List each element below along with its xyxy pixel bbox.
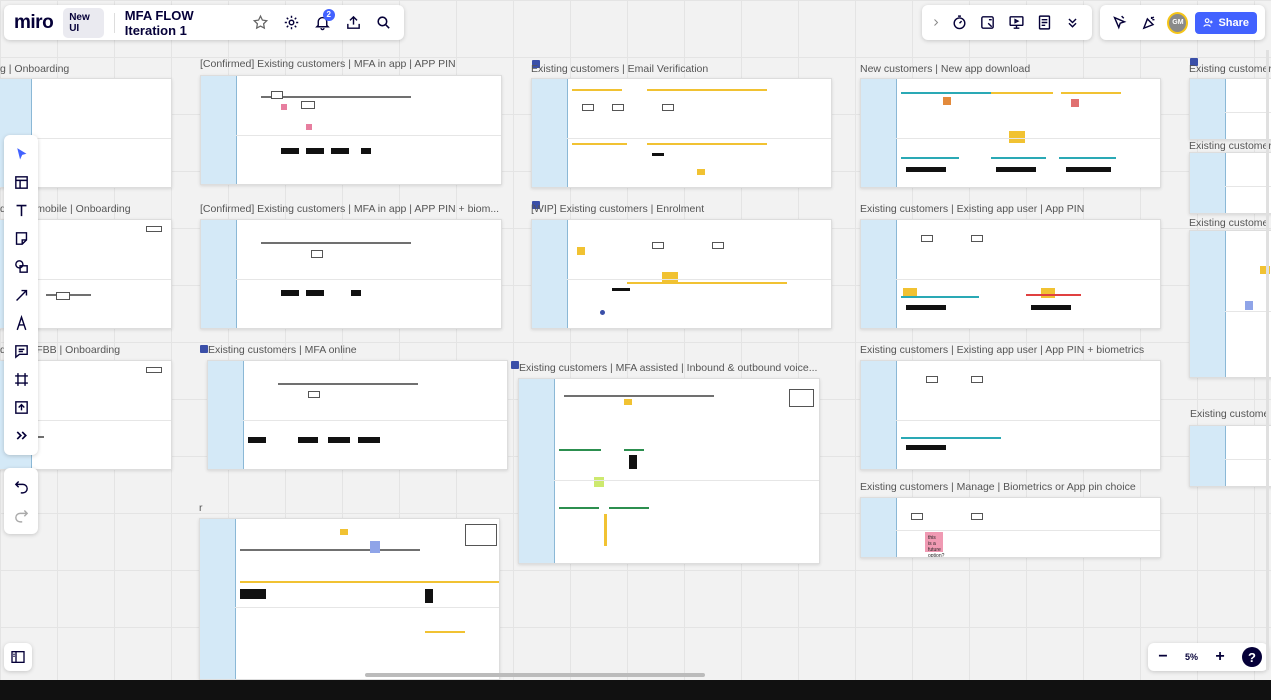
zoom-in-button[interactable]: + — [1211, 648, 1229, 666]
cursor-follow-icon[interactable] — [1108, 11, 1131, 35]
frame-icon[interactable] — [8, 369, 34, 391]
frame-label[interactable]: Existing custome — [1189, 217, 1271, 229]
share-toolbar: GM Share — [1100, 5, 1265, 40]
present-icon[interactable] — [1005, 11, 1027, 35]
divider — [113, 12, 115, 33]
reactions-icon[interactable] — [976, 11, 998, 35]
board-frame[interactable] — [1189, 152, 1271, 214]
board-frame[interactable] — [860, 360, 1161, 470]
share-button[interactable]: Share — [1195, 11, 1258, 34]
frame-label[interactable]: Existing customers | Manage | Biometrics… — [860, 481, 1160, 493]
pen-icon[interactable] — [8, 312, 34, 334]
board-frame[interactable] — [199, 518, 500, 680]
bottom-bar — [0, 680, 1271, 700]
connector-arrow-icon[interactable] — [8, 284, 34, 306]
frame-label[interactable]: r — [199, 502, 219, 514]
export-icon[interactable] — [343, 11, 364, 35]
vertical-scrollbar[interactable] — [1266, 50, 1269, 670]
zoom-controls: − 5% + ? — [1148, 643, 1268, 671]
sidebar-panel-icon — [11, 651, 25, 663]
help-button[interactable]: ? — [1241, 647, 1262, 667]
board-frame[interactable] — [200, 219, 502, 329]
undo-redo-panel — [4, 468, 38, 534]
templates-icon[interactable] — [8, 171, 34, 193]
board-frame[interactable] — [531, 219, 832, 329]
frame-label[interactable]: New customers | New app download — [860, 63, 1160, 75]
board-frame[interactable] — [200, 75, 502, 185]
bell-icon[interactable]: 2 — [312, 8, 335, 35]
frame-label[interactable]: [Confirmed] Existing customers | MFA in … — [200, 203, 500, 215]
board-frame[interactable] — [1189, 425, 1271, 487]
frame-label[interactable]: [WIP] Existing customers | Enrolment — [531, 203, 831, 215]
frame-label[interactable]: Existing customer — [1189, 140, 1271, 152]
sticky-note[interactable]: this is a future option? — [925, 532, 944, 557]
gear-icon[interactable] — [281, 11, 302, 35]
avatar[interactable]: GM — [1167, 11, 1189, 34]
frame-label[interactable]: Existing customers | Existing app user |… — [860, 344, 1160, 356]
chevron-double-down-icon[interactable] — [1062, 11, 1084, 35]
board-title[interactable]: MFA FLOW Iteration 1 — [125, 8, 241, 38]
horizontal-scrollbar[interactable] — [365, 673, 705, 677]
comment-icon[interactable] — [8, 340, 34, 362]
board-frame[interactable] — [518, 378, 820, 564]
timer-icon[interactable] — [948, 11, 970, 35]
frame-label[interactable]: Existing custome — [1190, 408, 1271, 420]
creation-toolbar — [4, 135, 38, 455]
share-label: Share — [1218, 16, 1250, 29]
blue-marker — [200, 345, 208, 353]
frame-label[interactable]: Existing customer — [1189, 63, 1271, 75]
collaboration-toolbar — [922, 5, 1092, 40]
undo-icon[interactable] — [9, 475, 33, 499]
select-cursor-icon[interactable] — [8, 143, 34, 165]
frame-label[interactable]: Existing customers | MFA assisted | Inbo… — [519, 362, 819, 374]
zoom-level[interactable]: 5% — [1185, 652, 1198, 662]
board-frame[interactable] — [860, 219, 1161, 329]
board-frame[interactable] — [860, 78, 1161, 188]
new-ui-badge[interactable]: New UI — [63, 7, 104, 38]
board-frame[interactable] — [531, 78, 832, 188]
star-icon[interactable] — [251, 11, 272, 35]
chevron-right-icon[interactable] — [930, 11, 942, 35]
notification-count: 2 — [322, 8, 335, 21]
zoom-out-button[interactable]: − — [1154, 648, 1172, 666]
redo-icon[interactable] — [9, 504, 33, 528]
celebrate-icon[interactable] — [1138, 11, 1161, 35]
frame-label[interactable]: Existing customers | MFA online — [208, 344, 508, 356]
frame-label[interactable]: Existing customers | Existing app user |… — [860, 203, 1160, 215]
frame-label[interactable]: [Confirmed] Existing customers | MFA in … — [200, 58, 500, 70]
board-header: miro New UI MFA FLOW Iteration 1 2 — [4, 5, 404, 40]
upload-icon[interactable] — [8, 397, 34, 419]
search-icon[interactable] — [373, 11, 394, 35]
notes-icon[interactable] — [1033, 11, 1055, 35]
more-tools-icon[interactable] — [8, 425, 34, 447]
text-icon[interactable] — [8, 199, 34, 221]
shapes-icon[interactable] — [8, 256, 34, 278]
miro-logo[interactable]: miro — [14, 12, 54, 34]
board-frame[interactable] — [1189, 230, 1271, 378]
board-frame[interactable]: this is a future option? — [860, 497, 1161, 558]
board-frame[interactable] — [1189, 78, 1271, 140]
blue-marker — [511, 361, 519, 369]
frames-panel-button[interactable] — [4, 643, 32, 671]
share-user-icon — [1203, 18, 1214, 27]
sticky-note-icon[interactable] — [8, 228, 34, 250]
board-frame[interactable] — [207, 360, 508, 470]
frame-label[interactable]: g | Onboarding — [0, 63, 120, 75]
frame-label[interactable]: Existing customers | Email Verification — [531, 63, 831, 75]
